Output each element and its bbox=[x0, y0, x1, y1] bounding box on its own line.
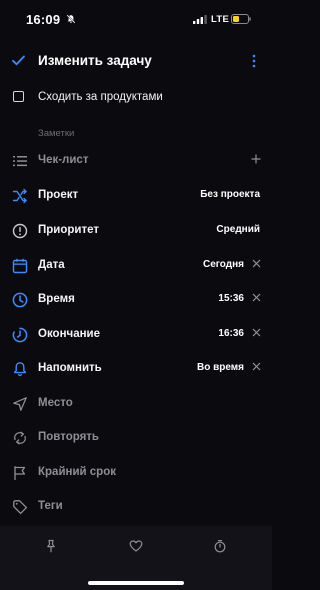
row-repeat[interactable]: Повторять bbox=[0, 421, 272, 455]
deadline-label: Крайний срок bbox=[38, 466, 116, 478]
checklist-icon bbox=[13, 156, 27, 167]
row-deadline[interactable]: Крайний срок bbox=[0, 456, 272, 490]
status-time: 16:09 bbox=[26, 12, 61, 27]
clear-end-icon[interactable] bbox=[252, 328, 261, 337]
network-type: LTE bbox=[211, 14, 230, 25]
row-priority[interactable]: Приоритет Средний bbox=[0, 214, 272, 248]
project-label: Проект bbox=[38, 189, 79, 201]
clear-time-icon[interactable] bbox=[252, 293, 261, 302]
row-remind[interactable]: Напомнить Во время bbox=[0, 352, 272, 386]
tags-label: Теги bbox=[38, 500, 63, 512]
row-tags[interactable]: Теги bbox=[0, 490, 272, 524]
project-value[interactable]: Без проекта bbox=[200, 189, 260, 200]
row-time[interactable]: Время 15:36 bbox=[0, 283, 272, 317]
signal-icon bbox=[193, 15, 207, 24]
clear-remind-icon[interactable] bbox=[252, 362, 261, 371]
bell-icon bbox=[13, 362, 27, 376]
add-checklist-icon[interactable] bbox=[251, 154, 261, 164]
tag-icon bbox=[13, 500, 28, 515]
pin-icon[interactable] bbox=[44, 539, 58, 553]
save-check-icon[interactable] bbox=[12, 55, 25, 66]
time-value[interactable]: 15:36 bbox=[218, 293, 244, 304]
priority-icon bbox=[12, 223, 28, 239]
edit-task-header: Изменить задачу bbox=[0, 48, 272, 74]
repeat-icon bbox=[14, 431, 26, 445]
remind-label: Напомнить bbox=[38, 362, 102, 374]
task-title-row[interactable]: Сходить за продуктами bbox=[0, 86, 272, 108]
priority-label: Приоритет bbox=[38, 224, 99, 236]
date-label: Дата bbox=[38, 259, 65, 271]
checklist-label: Чек-лист bbox=[38, 154, 89, 166]
repeat-label: Повторять bbox=[38, 431, 99, 443]
home-indicator[interactable] bbox=[88, 581, 184, 585]
battery-icon bbox=[231, 14, 251, 24]
status-bar: 16:09 LTE bbox=[0, 0, 272, 40]
end-label: Окончание bbox=[38, 328, 101, 340]
more-vertical-icon[interactable] bbox=[251, 53, 257, 69]
flag-icon bbox=[14, 466, 26, 481]
time-label: Время bbox=[38, 293, 75, 305]
timer-icon[interactable] bbox=[213, 539, 227, 553]
row-project[interactable]: Проект Без проекта bbox=[0, 179, 272, 213]
shuffle-icon bbox=[12, 188, 27, 204]
clear-date-icon[interactable] bbox=[252, 259, 261, 268]
date-value[interactable]: Сегодня bbox=[203, 259, 244, 270]
task-title-input[interactable]: Сходить за продуктами bbox=[38, 91, 163, 103]
row-date[interactable]: Дата Сегодня bbox=[0, 249, 272, 283]
notes-field[interactable]: Заметки bbox=[38, 128, 74, 139]
row-end[interactable]: Окончание 16:36 bbox=[0, 318, 272, 352]
page-title: Изменить задачу bbox=[38, 53, 152, 68]
row-checklist[interactable]: Чек-лист bbox=[0, 144, 272, 178]
clock-icon bbox=[12, 292, 28, 308]
end-value[interactable]: 16:36 bbox=[218, 328, 244, 339]
remind-value[interactable]: Во время bbox=[197, 362, 244, 373]
place-label: Место bbox=[38, 397, 73, 409]
bell-off-icon bbox=[66, 14, 76, 24]
row-place[interactable]: Место bbox=[0, 387, 272, 421]
calendar-icon bbox=[12, 258, 28, 274]
priority-value[interactable]: Средний bbox=[216, 224, 260, 235]
bottom-toolbar bbox=[0, 526, 272, 590]
heart-icon[interactable] bbox=[129, 539, 143, 553]
end-clock-icon bbox=[12, 327, 28, 343]
location-arrow-icon bbox=[13, 397, 27, 411]
task-checkbox[interactable] bbox=[13, 91, 24, 102]
